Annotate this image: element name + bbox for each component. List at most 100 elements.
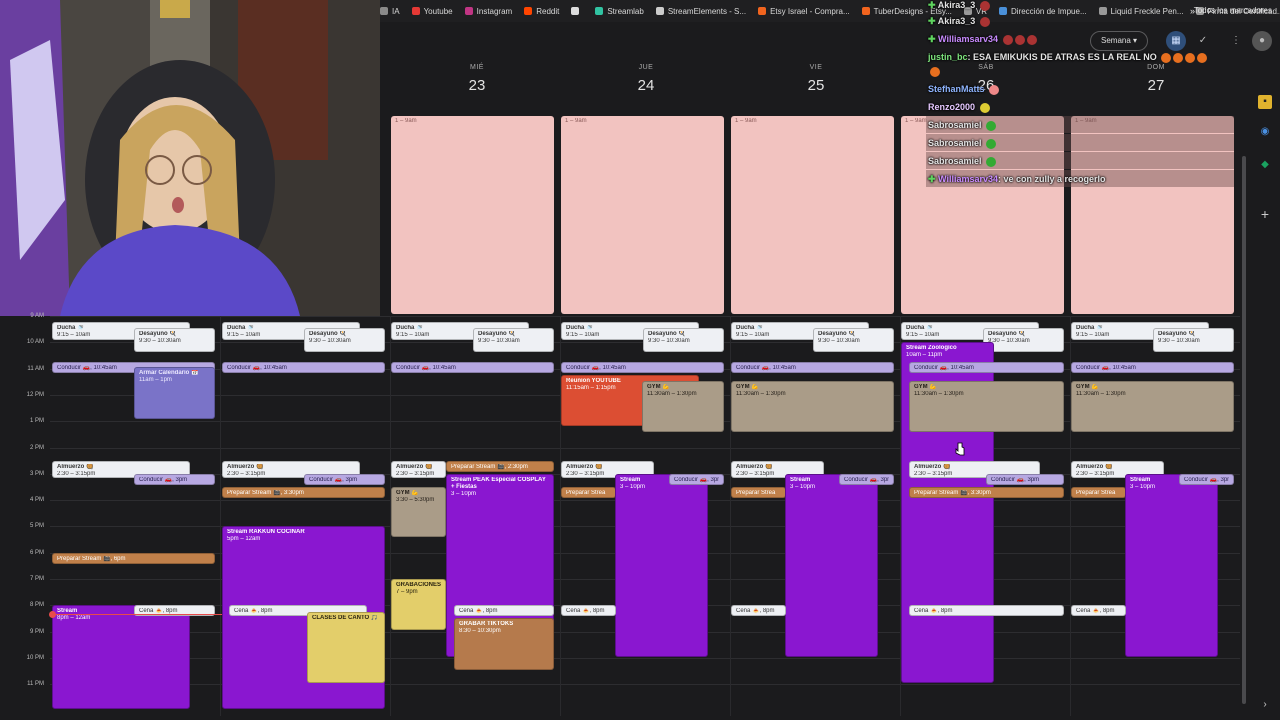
event-desayuno[interactable]: Desayuno 🍳 9:30 – 10:30am xyxy=(1153,328,1234,352)
bookmark-item[interactable]: Instagram xyxy=(464,6,513,16)
time-label: 5 PM xyxy=(29,523,44,530)
event-conducir[interactable]: Conducir 🚗, 10:45am xyxy=(222,362,385,373)
event-stream[interactable]: Stream 3 – 10pm xyxy=(785,474,878,657)
bookmark-label: IA xyxy=(392,6,400,16)
event-conducir[interactable]: Conducir 🚗, 3pm xyxy=(304,474,385,485)
event-cena[interactable]: Cena 🍝, 8pm xyxy=(909,605,1064,616)
event-conducir[interactable]: Conducir 🚗, 10:45am xyxy=(561,362,724,373)
time-label: 11 AM xyxy=(27,365,44,372)
event-gym[interactable]: GYM 💪 11:30am – 1:30pm xyxy=(1071,381,1234,432)
bookmark-label: StreamElements - S... xyxy=(667,6,747,16)
event-desayuno[interactable]: Desayuno 🍳 9:30 – 10:30am xyxy=(983,328,1064,352)
bookmark-item[interactable] xyxy=(571,7,583,15)
chevron-right-icon[interactable]: › xyxy=(1258,698,1272,712)
event-preparar-stream[interactable]: Preparar Strea xyxy=(561,487,616,498)
event-preparar-stream[interactable]: Preparar Stream 🎬, 2:30pm xyxy=(446,461,554,472)
event-conducir[interactable]: Conducir 🚗, 10:45am xyxy=(391,362,554,373)
event-cena[interactable]: Cena 🍝, 8pm xyxy=(1071,605,1126,616)
event-armar-calendario[interactable]: Armar Calendario 📅 11am – 1pm xyxy=(134,367,215,419)
emote-icon xyxy=(1185,52,1196,63)
event-desayuno[interactable]: Desayuno 🍳 9:30 – 10:30am xyxy=(643,328,724,352)
emote-icon xyxy=(1197,52,1208,63)
maps-icon[interactable]: ◆ xyxy=(1258,158,1272,172)
chat-message: ✚ Akira3_3 xyxy=(928,0,990,11)
chat-message: Sabrosamiel xyxy=(928,120,997,131)
event-cena[interactable]: Cena 🍝, 8pm xyxy=(731,605,786,616)
emote-icon xyxy=(930,66,940,77)
bookmark-favicon-icon xyxy=(464,7,473,15)
emote-icon xyxy=(979,16,990,27)
bookmark-label: Etsy Israel - Compra... xyxy=(770,6,850,16)
day-number: 25 xyxy=(807,77,825,94)
time-label: 9 AM xyxy=(30,313,44,319)
calendar-scrollbar-thumb[interactable] xyxy=(1242,156,1246,704)
event-gym[interactable]: GYM 💪 11:30am – 1:30pm xyxy=(642,381,724,432)
event-early-thu[interactable]: 1 – 9am xyxy=(561,116,724,314)
event-early-wed[interactable]: 1 – 9am xyxy=(391,116,554,314)
avatar[interactable]: ● xyxy=(1252,31,1272,51)
event-preparar-stream[interactable]: Preparar Strea xyxy=(731,487,786,498)
event-conducir[interactable]: Conducir 🚗, 3pm xyxy=(1179,474,1234,485)
day-header-thu[interactable]: JUE 24 xyxy=(616,64,676,94)
event-early-fri[interactable]: 1 – 9am xyxy=(731,116,894,314)
day-header-fri[interactable]: VIE 25 xyxy=(786,64,846,94)
hour-line xyxy=(50,316,1240,317)
time-label: 9 PM xyxy=(29,628,44,635)
event-desayuno[interactable]: Desayuno 🍳 9:30 – 10:30am xyxy=(813,328,894,352)
event-preparar-stream[interactable]: Preparar Strea xyxy=(1071,487,1126,498)
event-conducir[interactable]: Conducir 🚗, 10:45am xyxy=(909,362,1064,373)
event-cena[interactable]: Cena 🍝, 8pm xyxy=(454,605,554,616)
event-conducir[interactable]: Conducir 🚗, 10:45am xyxy=(1071,362,1234,373)
screen: IA Youtube Instagram Reddit Streamlab StreamE… xyxy=(0,0,1280,720)
event-desayuno[interactable]: Desayuno 🍳 9:30 – 10:30am xyxy=(134,328,215,352)
webcam-overlay xyxy=(0,0,380,316)
bookmark-item[interactable]: Reddit xyxy=(524,7,559,16)
emote-icon xyxy=(986,138,997,149)
event-preparar-stream[interactable]: Preparar Stream 🎬, 6pm xyxy=(52,553,215,564)
event-grabaciones[interactable]: GRABACIONES 7 – 9pm xyxy=(391,579,446,630)
event-cena[interactable]: Cena 🍝, 8pm xyxy=(561,605,616,616)
event-desayuno[interactable]: Desayuno 🍳 9:30 – 10:30am xyxy=(304,328,385,352)
bookmark-item[interactable]: StreamElements - S... xyxy=(655,6,747,16)
event-preparar-stream[interactable]: Preparar Stream 🎬, 3:30pm xyxy=(222,487,385,498)
event-conducir[interactable]: Conducir 🚗, 3pm xyxy=(134,474,215,485)
badge-icon: ✚ xyxy=(928,174,939,184)
event-gym[interactable]: GYM 💪 11:30am – 1:30pm xyxy=(909,381,1064,432)
bookmark-item[interactable]: IA xyxy=(380,7,400,16)
time-label: 4 PM xyxy=(29,497,44,504)
event-almuerzo[interactable]: Almuerzo 🥘 2:30 – 3:15pm xyxy=(391,461,446,478)
event-desayuno[interactable]: Desayuno 🍳 9:30 – 10:30am xyxy=(473,328,554,352)
event-grabar-tiktoks[interactable]: GRABAR TIKTOKS 8:30 – 10:30pm xyxy=(454,618,554,670)
bookmark-item[interactable]: Streamlab xyxy=(595,6,644,16)
event-gym[interactable]: GYM 💪 3:30 – 5:30pm xyxy=(391,487,446,537)
event-clases-canto[interactable]: CLASES DE CANTO 🎵 xyxy=(307,612,385,683)
emote-icon xyxy=(1002,34,1013,45)
bookmark-label: Streamlab xyxy=(607,6,644,16)
emote-icon xyxy=(986,156,997,167)
bookmark-favicon-icon xyxy=(595,7,604,15)
event-conducir[interactable]: Conducir 🚗, 3pm xyxy=(669,474,724,485)
chat-message: Sabrosamiel xyxy=(928,138,997,149)
event-preparar-stream[interactable]: Preparar Stream 🎬, 3:30pm xyxy=(909,487,1064,498)
day-number: 24 xyxy=(637,77,655,94)
plus-icon[interactable]: + xyxy=(1258,207,1272,221)
event-stream[interactable]: Stream 3 – 10pm xyxy=(615,474,708,657)
bookmark-item[interactable]: Etsy Israel - Compra... xyxy=(758,7,850,16)
bookmark-favicon-icon xyxy=(655,7,664,15)
event-stream[interactable]: Stream 3 – 10pm xyxy=(1125,474,1218,657)
keep-icon[interactable]: ▪ xyxy=(1258,95,1272,109)
event-conducir[interactable]: Conducir 🚗, 3pm xyxy=(839,474,894,485)
event-conducir[interactable]: Conducir 🚗, 10:45am xyxy=(731,362,894,373)
bookmark-item[interactable]: Youtube xyxy=(411,7,453,16)
tasks-icon[interactable]: ◉ xyxy=(1258,125,1272,139)
bookmark-label: Instagram xyxy=(476,6,513,16)
time-label: 11 PM xyxy=(27,681,44,688)
bookmark-favicon-icon xyxy=(758,7,767,15)
day-header-wed[interactable]: MIÉ 23 xyxy=(447,64,507,94)
emote-icon xyxy=(989,84,1000,95)
time-label: 6 PM xyxy=(29,549,44,556)
event-stream[interactable]: Stream 8pm – 12am xyxy=(52,605,190,709)
current-time-line xyxy=(50,614,222,615)
event-conducir[interactable]: Conducir 🚗, 3pm xyxy=(986,474,1064,485)
event-gym[interactable]: GYM 💪 11:30am – 1:30pm xyxy=(731,381,894,432)
